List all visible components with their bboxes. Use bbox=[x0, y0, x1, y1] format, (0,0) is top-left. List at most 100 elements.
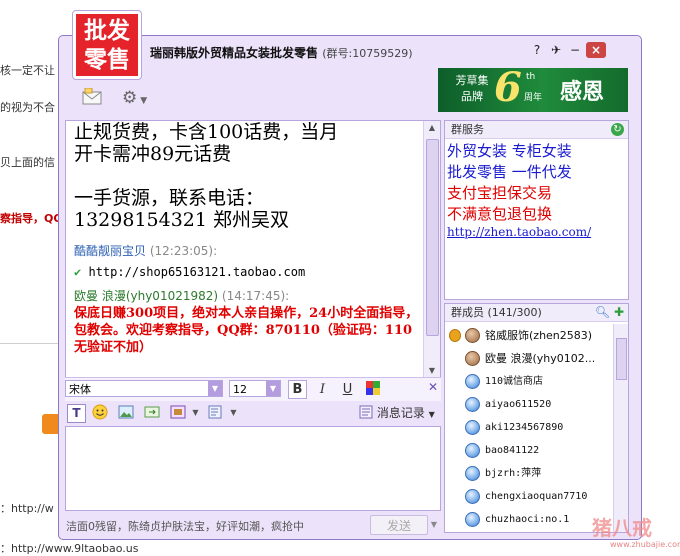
scroll-thumb[interactable] bbox=[616, 338, 627, 380]
input-toolbar: T ▼ ▼ 消息记录 ▼ bbox=[65, 401, 441, 425]
service-link[interactable]: http://zhen.taobao.com/ bbox=[447, 225, 591, 239]
mail-icon[interactable] bbox=[82, 87, 102, 111]
member-name: bao841122 bbox=[485, 445, 540, 456]
member-item[interactable]: aiyao611520 bbox=[445, 393, 615, 416]
underline-button[interactable]: U bbox=[338, 380, 357, 399]
search-icon[interactable]: 🔍︎ bbox=[595, 305, 610, 319]
background-divider bbox=[0, 343, 60, 344]
message-text: 止规货费，卡含100话费，当月 bbox=[74, 121, 339, 143]
avatar bbox=[465, 466, 480, 481]
font-format-icon[interactable]: T bbox=[67, 404, 86, 423]
chevron-down-icon: ▼ bbox=[266, 381, 280, 396]
send-file-icon[interactable] bbox=[143, 404, 160, 421]
avatar bbox=[465, 512, 480, 527]
emoji-icon[interactable] bbox=[91, 404, 108, 421]
member-name: 欧曼 浪漫(yhy0102... bbox=[485, 352, 596, 365]
help-icon[interactable]: ? bbox=[529, 42, 545, 58]
screenshot-icon[interactable] bbox=[169, 404, 186, 421]
member-item[interactable]: 欧曼 浪漫(yhy0102... bbox=[445, 347, 615, 370]
avatar bbox=[465, 351, 480, 366]
window-controls: ? ✈ − × bbox=[529, 42, 606, 58]
member-item[interactable]: bjzrh:萍萍 bbox=[445, 462, 615, 485]
message-sender: 酷酷靓丽宝贝 (12:23:05): bbox=[74, 242, 217, 259]
window-title: 瑞丽韩版外贸精品女装批发零售 (群号:10759529) bbox=[150, 46, 413, 60]
banner-text: 感恩 bbox=[560, 80, 605, 105]
chevron-down-icon[interactable]: ▼ bbox=[225, 404, 242, 421]
refresh-icon[interactable]: ↻ bbox=[611, 123, 624, 136]
member-item[interactable]: 铭威服饰(zhen2583) bbox=[445, 324, 615, 347]
message-link[interactable]: ✔ http://shop65163121.taobao.com bbox=[74, 265, 305, 279]
medal-icon bbox=[449, 329, 461, 342]
group-number: (群号:10759529) bbox=[322, 47, 413, 60]
message-text: 开卡需冲89元话费 bbox=[74, 143, 232, 165]
verified-shield-icon: ✔ bbox=[74, 265, 82, 279]
chat-scrollbar[interactable]: ▲ ▼ bbox=[423, 121, 440, 378]
member-name: chuzhaoci:no.1 bbox=[485, 514, 570, 525]
chevron-down-icon: ▼ bbox=[428, 410, 435, 419]
watermark-logo: 猪八戒 bbox=[592, 516, 652, 540]
chat-history[interactable]: 止规货费，卡含100话费，当月 开卡需冲89元话费 一手货源，联系电话： 132… bbox=[65, 120, 441, 379]
background-text: 察指导，QQ bbox=[0, 212, 63, 225]
member-item[interactable]: aki1234567890 bbox=[445, 416, 615, 439]
member-name: bjzrh:萍萍 bbox=[485, 468, 542, 479]
service-line: 支付宝担保交易 bbox=[447, 184, 553, 202]
panel-title: 群服务 bbox=[445, 121, 628, 139]
member-name: aiyao611520 bbox=[485, 399, 552, 410]
settings-gear-icon[interactable]: ⚙ ▼ bbox=[122, 88, 147, 108]
member-name: 110诚信商店 bbox=[485, 376, 544, 387]
banner-six: 6 bbox=[494, 68, 522, 111]
sender-name[interactable]: 欧曼 浪漫(yhy01021982) bbox=[74, 289, 218, 303]
avatar bbox=[465, 374, 480, 389]
anniversary-banner[interactable]: 芳草集 品牌 6 th 周年 感恩 bbox=[438, 68, 628, 112]
member-name: aki1234567890 bbox=[485, 422, 564, 433]
chevron-down-icon[interactable]: ▼ bbox=[187, 404, 204, 421]
member-item[interactable]: 110诚信商店 bbox=[445, 370, 615, 393]
message-input[interactable] bbox=[65, 426, 441, 511]
pin-icon[interactable]: ✈ bbox=[548, 42, 564, 58]
service-line: 不满意包退包换 bbox=[447, 205, 553, 223]
member-name: chengxiaoquan7710 bbox=[485, 491, 588, 502]
message-text: 13298154321 郑州吴双 bbox=[74, 209, 290, 231]
group-logo: 批发 零售 bbox=[72, 10, 142, 80]
music-icon[interactable] bbox=[207, 404, 224, 421]
background-text: 贝上面的信 bbox=[0, 156, 55, 169]
bold-button[interactable]: B bbox=[288, 380, 307, 399]
message-history-button[interactable]: 消息记录 ▼ bbox=[359, 404, 435, 421]
scroll-down-icon[interactable]: ▼ bbox=[424, 364, 440, 378]
color-icon[interactable] bbox=[363, 380, 382, 399]
scroll-up-icon[interactable]: ▲ bbox=[424, 121, 440, 135]
font-select[interactable]: 宋体 ▼ bbox=[65, 380, 223, 397]
member-scrollbar[interactable] bbox=[613, 324, 628, 532]
message-sender: 欧曼 浪漫(yhy01021982) (14:17:45): bbox=[74, 287, 289, 304]
background-text: 核一定不让 bbox=[0, 64, 55, 77]
member-item[interactable]: bao841122 bbox=[445, 439, 615, 462]
minimize-button[interactable]: − bbox=[567, 42, 583, 58]
avatar bbox=[465, 328, 480, 343]
add-member-icon[interactable]: ✚ bbox=[614, 305, 624, 319]
sender-name[interactable]: 酷酷靓丽宝贝 bbox=[74, 244, 146, 258]
send-button[interactable]: 发送 bbox=[370, 515, 428, 535]
group-members-panel: 群成员 (141/300) 🔍︎ ✚ 铭威服饰(zhen2583) 欧曼 浪漫(y… bbox=[444, 303, 629, 533]
send-options-icon[interactable]: ▼ bbox=[428, 515, 440, 535]
avatar bbox=[465, 397, 480, 412]
message-time: (14:17:45): bbox=[221, 289, 290, 303]
service-line: 外贸女装 专柜女装 bbox=[447, 142, 572, 160]
group-service-panel: 群服务 ↻ 外贸女装 专柜女装 批发零售 一件代发 支付宝担保交易 不满意包退包… bbox=[444, 120, 629, 300]
scroll-thumb[interactable] bbox=[426, 139, 439, 336]
avatar bbox=[465, 489, 480, 504]
banner-brand: 芳草集 品牌 bbox=[455, 74, 489, 103]
message-body: 保底日赚300项目，绝对本人亲自操作，24小时全面指导，包教会。欢迎考察指导，Q… bbox=[74, 306, 419, 355]
format-toolbar: 宋体 ▼ 12 ▼ B I U ✕ bbox=[65, 377, 441, 401]
close-format-icon[interactable]: ✕ bbox=[428, 380, 438, 394]
font-size-select[interactable]: 12 ▼ bbox=[229, 380, 281, 397]
message-text: 一手货源，联系电话： bbox=[74, 187, 265, 209]
member-name: 铭威服饰(zhen2583) bbox=[485, 329, 593, 342]
image-icon[interactable] bbox=[117, 404, 134, 421]
member-item[interactable]: chengxiaoquan7710 bbox=[445, 485, 615, 508]
member-item[interactable]: chuzhaoci:no.1 bbox=[445, 508, 615, 531]
member-list: 铭威服饰(zhen2583) 欧曼 浪漫(yhy0102... 110诚信商店 aiy… bbox=[445, 324, 615, 531]
italic-button[interactable]: I bbox=[313, 380, 332, 399]
avatar bbox=[465, 420, 480, 435]
ad-status-text[interactable]: 洁面0残留，陈绮贞护肤法宝，好评如潮，疯抢中 bbox=[66, 518, 304, 534]
close-button[interactable]: × bbox=[586, 42, 606, 58]
